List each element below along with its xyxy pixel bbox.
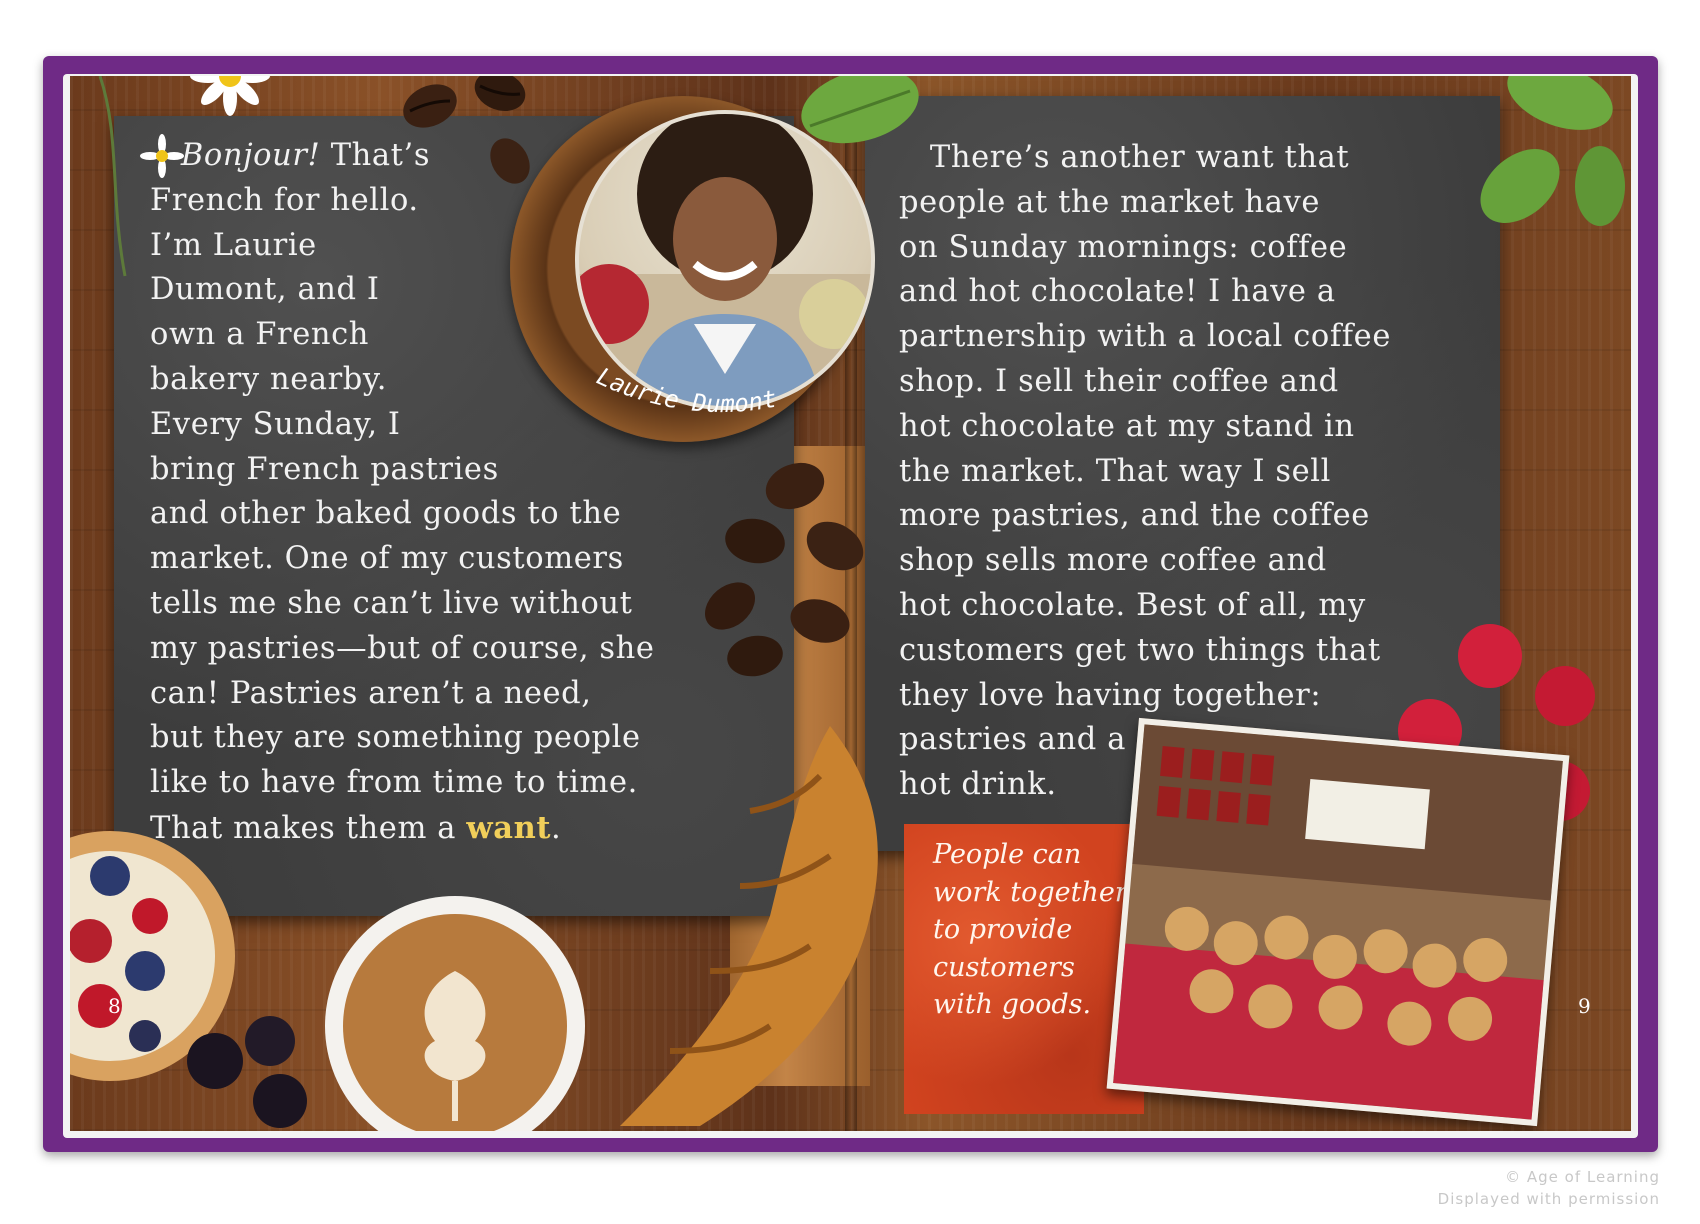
text-line: more pastries, and the coffee [899, 498, 1370, 534]
callout-line: with goods. [933, 989, 1092, 1021]
text-line: and other baked goods to the [150, 496, 622, 532]
text-line: like to have from time to time. [150, 765, 638, 801]
market-stand-photo [1106, 717, 1570, 1127]
text-line: French for hello. [150, 182, 419, 218]
mint-leaves-right-decoration [1480, 76, 1625, 226]
blackberries-decoration [187, 1016, 307, 1128]
text-line: bakery nearby. [150, 361, 388, 397]
text-line: That makes them a want. [150, 809, 562, 846]
text-line: customers get two things that [899, 632, 1381, 668]
text-line: shop sells more coffee and [899, 543, 1327, 579]
bonjour-word: Bonjour! [180, 138, 321, 173]
text-line: and hot chocolate! I have a [899, 274, 1336, 310]
text-line: Bonjour! That’s [180, 138, 431, 173]
text-line: they love having together: [899, 677, 1322, 713]
text-line: the market. That way I sell [899, 453, 1332, 489]
text-line: pastries and a [899, 722, 1126, 758]
callout-line: customers [933, 951, 1075, 983]
callout-text: People can work together to provide cust… [933, 836, 1128, 1024]
text-line: partnership with a local coffee [899, 319, 1391, 355]
page-number-right: 9 [1578, 994, 1591, 1018]
text-line: but they are something people [150, 720, 641, 756]
text-line: bring French pastries [150, 451, 499, 487]
text-line: Every Sunday, I [150, 406, 401, 442]
text-line: hot chocolate. Best of all, my [899, 587, 1366, 623]
left-page-text: Bonjour! That’s French for hello. I’m La… [150, 134, 655, 852]
callout-line: to provide [933, 914, 1073, 946]
want-vocabulary-word: want [466, 809, 552, 846]
text-line: people at the market have [899, 184, 1321, 220]
callout-line: work together [933, 876, 1128, 908]
text-line: I’m Laurie [150, 227, 317, 263]
text-line: my pastries—but of course, she [150, 630, 655, 666]
page-number-left: 8 [108, 994, 121, 1018]
right-page-text: There’s another want that people at the … [899, 136, 1391, 808]
text-line: There’s another want that [929, 140, 1350, 175]
text-line: market. One of my customers [150, 541, 624, 577]
text-line: hot chocolate at my stand in [899, 408, 1355, 444]
text-line [899, 140, 930, 175]
latte-cup-decoration [325, 896, 585, 1131]
text-line: Dumont, and I [150, 272, 380, 308]
text-line: own a French [150, 317, 370, 353]
copyright-credit: © Age of Learning [1505, 1168, 1660, 1186]
market-stand-illustration [1113, 724, 1563, 1120]
text-line: shop. I sell their coffee and [899, 363, 1339, 399]
text-line: can! Pastries aren’t a need, [150, 675, 592, 711]
coffee-beans-middle-decoration [704, 462, 864, 677]
book-spread: Laurie Dumont Bonjour! That’s French for… [70, 76, 1631, 1131]
text-line: tells me she can’t live without [150, 585, 633, 621]
permission-credit: Displayed with permission [1437, 1190, 1660, 1208]
text-line: hot drink. [899, 767, 1057, 803]
text-line: on Sunday mornings: coffee [899, 229, 1348, 265]
callout-line: People can [933, 839, 1082, 870]
